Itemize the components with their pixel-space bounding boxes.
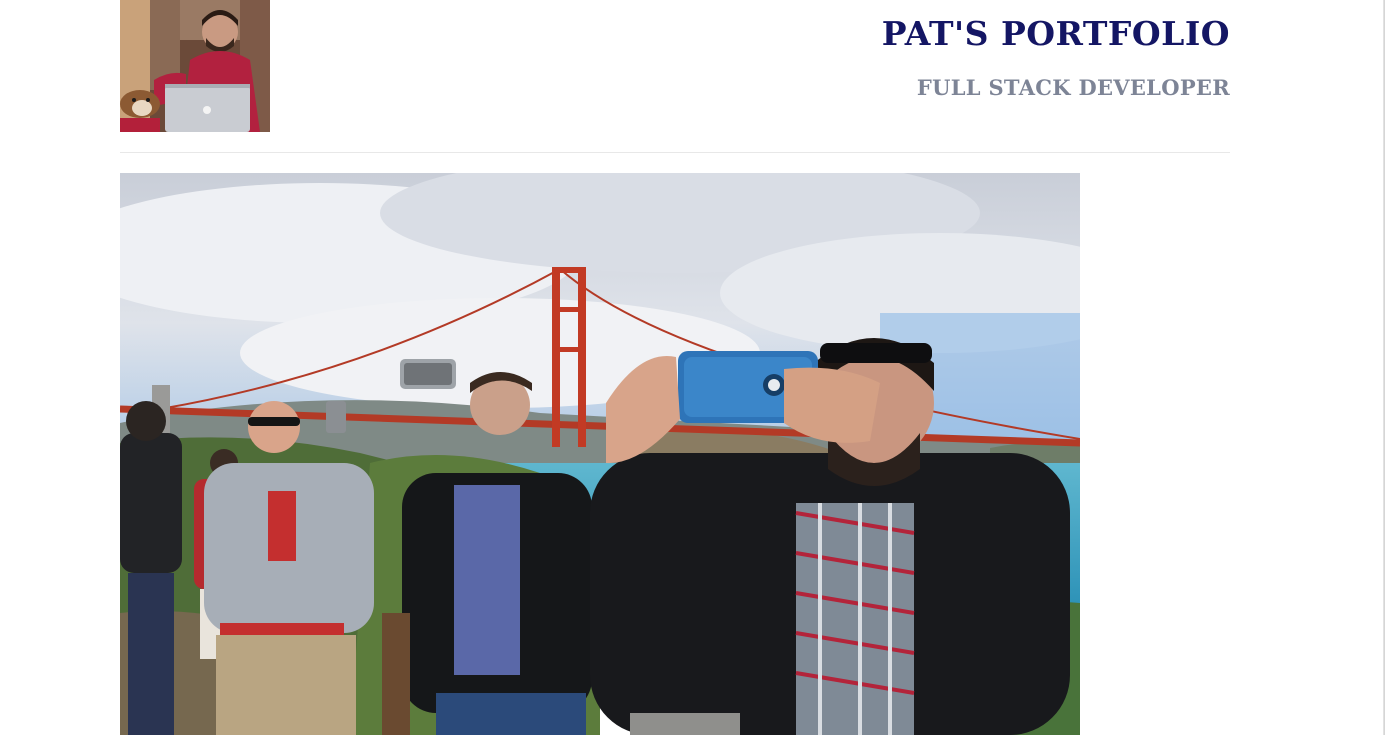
- portfolio-page: PAT'S PORTFOLIO FULL STACK DEVELOPER: [0, 0, 1385, 735]
- site-title[interactable]: PAT'S PORTFOLIO: [882, 14, 1230, 53]
- profile-photo[interactable]: [120, 0, 270, 132]
- site-header: PAT'S PORTFOLIO FULL STACK DEVELOPER: [120, 0, 1230, 152]
- header-divider: [120, 152, 1230, 153]
- hero-image: [120, 173, 1080, 735]
- site-subtitle: FULL STACK DEVELOPER: [916, 75, 1230, 100]
- golden-gate-selfie-photo: [120, 173, 1080, 735]
- person-left-edge: [120, 401, 182, 735]
- profile-photo-image: [120, 0, 270, 132]
